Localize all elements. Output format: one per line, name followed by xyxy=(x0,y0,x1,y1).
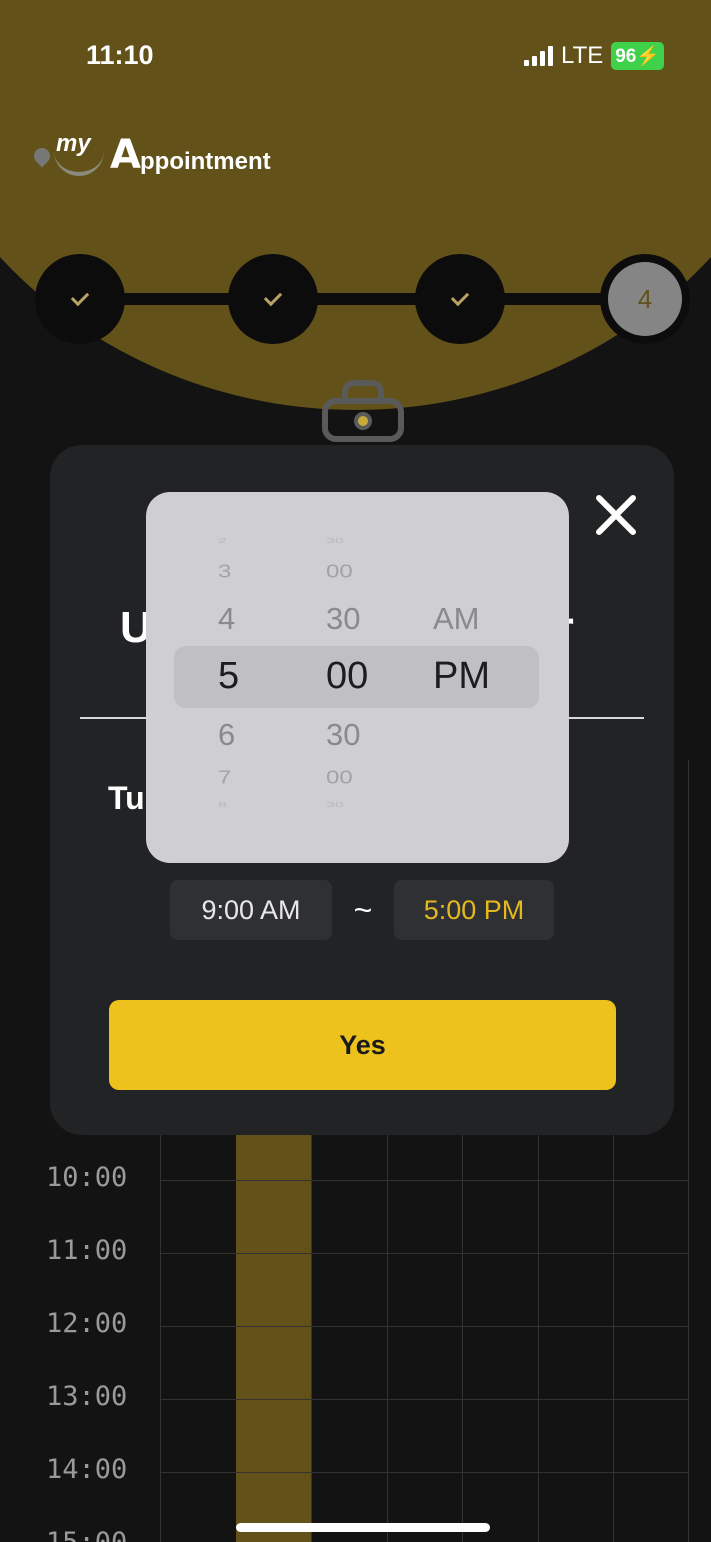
grid-line xyxy=(160,1472,689,1473)
day-label: Tu xyxy=(108,780,145,816)
check-icon xyxy=(263,287,283,306)
logo-my: my xyxy=(56,130,91,157)
hour-label: 14:00 xyxy=(46,1454,128,1485)
minute-wheel[interactable]: 30 00 30 00 30 00 30 xyxy=(326,492,406,863)
minute-option[interactable]: 30 xyxy=(326,801,344,809)
minute-option[interactable]: 30 xyxy=(326,537,344,545)
grid-line xyxy=(688,760,689,1542)
hour-label: 10:00 xyxy=(46,1162,128,1193)
hour-label: 11:00 xyxy=(46,1235,128,1266)
app-logo: my A ppointment xyxy=(30,128,334,188)
header: 11:10 LTE 96⚡ my A ppointment 4 xyxy=(0,0,711,420)
app-screen: 10:00 11:00 12:00 13:00 14:00 15:00 11:1… xyxy=(0,0,711,1542)
hour-label: 12:00 xyxy=(46,1308,128,1339)
battery-level: 96 xyxy=(615,46,637,67)
step-2-complete xyxy=(228,254,318,344)
hour-wheel[interactable]: 2 3 4 5 6 7 8 xyxy=(218,492,268,863)
start-time-button[interactable]: 9:00 AM xyxy=(170,880,332,940)
step-number: 4 xyxy=(608,262,682,336)
minute-option[interactable]: 30 xyxy=(326,717,360,753)
network-label: LTE xyxy=(561,42,604,69)
minute-option[interactable]: 30 xyxy=(326,601,360,637)
minute-option[interactable]: 00 xyxy=(326,562,353,583)
battery-icon: 96⚡ xyxy=(611,42,665,70)
minute-option[interactable]: 00 xyxy=(326,768,353,789)
step-4-current: 4 xyxy=(600,254,690,344)
hour-option[interactable]: 4 xyxy=(218,601,235,637)
signal-icon xyxy=(524,46,553,66)
yes-button[interactable]: Yes xyxy=(109,1000,616,1090)
time-separator: ~ xyxy=(353,891,373,928)
meridiem-option[interactable]: AM xyxy=(433,601,480,637)
hour-label: 13:00 xyxy=(46,1381,128,1412)
logo-initial: A xyxy=(110,132,141,178)
logo-text: ppointment xyxy=(140,148,271,175)
meridiem-option-selected[interactable]: PM xyxy=(433,655,490,698)
grid-line xyxy=(160,1180,689,1181)
close-icon[interactable] xyxy=(593,492,639,538)
step-3-complete xyxy=(415,254,505,344)
stepper-line xyxy=(75,293,650,305)
step-1-complete xyxy=(35,254,125,344)
home-indicator xyxy=(236,1523,490,1532)
time-picker: 2 3 4 5 6 7 8 30 00 30 00 30 00 30 AM PM xyxy=(146,492,569,863)
time-range: 9:00 AM ~ 5:00 PM xyxy=(170,880,554,940)
hour-option[interactable]: 8 xyxy=(218,801,227,809)
status-indicators: LTE 96⚡ xyxy=(524,42,665,70)
status-time: 11:10 xyxy=(86,40,154,70)
check-icon xyxy=(70,287,90,306)
meridiem-wheel[interactable]: AM PM xyxy=(433,492,513,863)
location-pin-icon xyxy=(30,144,54,168)
check-icon xyxy=(450,287,470,306)
hour-option-selected[interactable]: 5 xyxy=(218,655,239,698)
hour-label: 15:00 xyxy=(46,1527,127,1542)
selected-day-column[interactable] xyxy=(236,1120,311,1542)
hour-option[interactable]: 2 xyxy=(218,537,227,545)
progress-stepper: 4 xyxy=(35,254,690,344)
grid-line xyxy=(160,1253,689,1254)
minute-option-selected[interactable]: 00 xyxy=(326,655,368,698)
hour-option[interactable]: 3 xyxy=(218,562,231,583)
hour-option[interactable]: 6 xyxy=(218,717,235,753)
grid-line xyxy=(160,1399,689,1400)
grid-line xyxy=(160,1326,689,1327)
hour-option[interactable]: 7 xyxy=(218,768,231,789)
briefcase-icon xyxy=(318,380,408,444)
end-time-button[interactable]: 5:00 PM xyxy=(394,880,554,940)
